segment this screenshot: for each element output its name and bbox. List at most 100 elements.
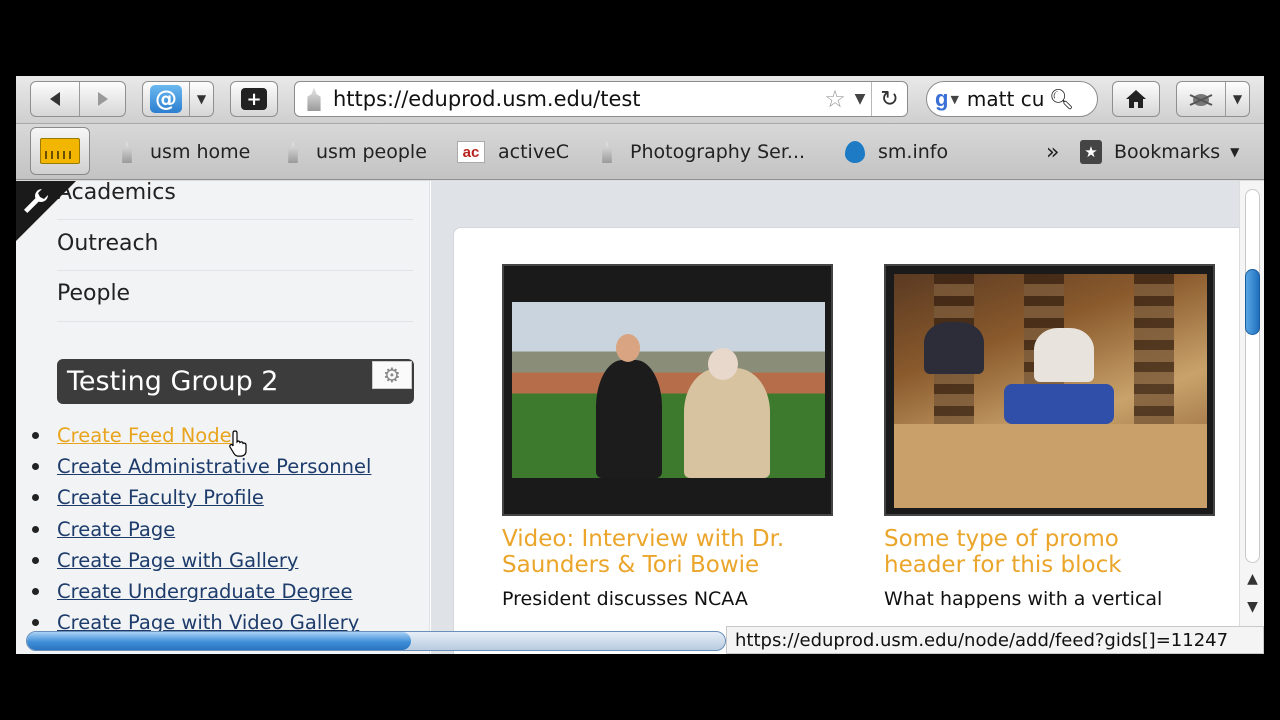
bullet bbox=[32, 556, 39, 564]
main-content: Video: Interview with Dr. Saunders & Tor… bbox=[431, 181, 1239, 654]
bullet bbox=[32, 588, 39, 596]
block-title-text: Testing Group 2 bbox=[67, 366, 279, 397]
table bbox=[894, 424, 1207, 508]
hand-cursor-icon bbox=[229, 430, 247, 457]
bug-dropdown[interactable]: ▼ bbox=[1225, 82, 1249, 116]
scroll-track[interactable] bbox=[1245, 189, 1260, 563]
list-item: Create Feed Node bbox=[32, 420, 371, 451]
scroll-thumb[interactable] bbox=[1245, 269, 1260, 335]
person-figure bbox=[924, 322, 984, 374]
create-undergrad-degree-link[interactable]: Create Undergraduate Degree bbox=[57, 580, 353, 603]
search-input[interactable]: matt cu bbox=[967, 87, 1047, 111]
reload-button[interactable]: ↻ bbox=[871, 82, 907, 116]
menu-link-people[interactable]: People bbox=[57, 281, 130, 306]
bookmarks-bar: usm home usm people ac activeC Photograp… bbox=[16, 124, 1264, 180]
bookmark-label: usm people bbox=[316, 141, 427, 163]
forward-button[interactable] bbox=[79, 82, 125, 116]
back-arrow-icon bbox=[50, 92, 60, 106]
vertical-scrollbar[interactable]: ▲ ▼ bbox=[1239, 181, 1264, 630]
bookmark-activec[interactable]: ac activeC bbox=[456, 124, 569, 180]
divider bbox=[57, 321, 413, 322]
addon-button[interactable]: @ bbox=[143, 82, 189, 116]
create-page-gallery-link[interactable]: Create Page with Gallery bbox=[57, 549, 298, 572]
bookmark-sm-info[interactable]: sm.info bbox=[844, 124, 948, 180]
create-page-link[interactable]: Create Page bbox=[57, 518, 175, 541]
wrench-icon[interactable] bbox=[20, 185, 52, 217]
bookmarks-menu-button[interactable]: ★ Bookmarks ▼ bbox=[1080, 124, 1239, 180]
scroll-down-arrow-icon[interactable]: ▼ bbox=[1240, 599, 1264, 615]
back-forward-group bbox=[30, 81, 126, 117]
cathedral-icon bbox=[596, 141, 618, 163]
create-faculty-profile-link[interactable]: Create Faculty Profile bbox=[57, 486, 264, 509]
create-admin-personnel-link[interactable]: Create Administrative Personnel bbox=[57, 455, 371, 478]
card-title-video[interactable]: Video: Interview with Dr. Saunders & Tor… bbox=[502, 526, 812, 578]
page-viewport: Academics Outreach People Testing Group … bbox=[16, 181, 1264, 654]
page-load-progress bbox=[26, 631, 726, 651]
status-url: https://eduprod.usm.edu/node/add/feed?gi… bbox=[726, 626, 1264, 654]
url-history-dropdown[interactable]: ▼ bbox=[849, 91, 871, 107]
scroll-up-arrow-icon[interactable]: ▲ bbox=[1240, 571, 1264, 587]
bullet bbox=[32, 619, 39, 627]
bookmark-label: usm home bbox=[150, 141, 251, 163]
person-figure bbox=[1034, 328, 1094, 382]
bookmark-label: Photography Ser... bbox=[630, 141, 806, 163]
list-item: Create Page bbox=[32, 514, 371, 545]
person-figure bbox=[684, 368, 770, 478]
bullet bbox=[32, 432, 39, 440]
bug-button[interactable] bbox=[1177, 82, 1225, 116]
progress-fill bbox=[27, 632, 411, 650]
address-bar[interactable]: https://eduprod.usm.edu/test ☆ ▼ ↻ bbox=[294, 81, 908, 117]
addon-dropdown[interactable]: ▼ bbox=[189, 82, 213, 116]
cathedral-icon bbox=[282, 141, 304, 163]
cathedral-icon bbox=[116, 141, 138, 163]
bookmark-label: sm.info bbox=[878, 141, 949, 163]
bullet bbox=[32, 525, 39, 533]
bookmark-photography[interactable]: Photography Ser... bbox=[596, 124, 805, 180]
bug-icon bbox=[1189, 94, 1213, 106]
video-thumbnail[interactable] bbox=[502, 264, 833, 516]
home-button[interactable] bbox=[1112, 81, 1160, 117]
bookmarks-icon: ★ bbox=[1080, 140, 1102, 164]
block-config-button[interactable]: ⚙ bbox=[372, 361, 412, 389]
site-cathedral-icon bbox=[307, 87, 321, 111]
bookmark-usm-people[interactable]: usm people bbox=[282, 124, 427, 180]
library-photo bbox=[894, 274, 1207, 508]
list-item: Create Faculty Profile bbox=[32, 482, 371, 513]
bullet bbox=[32, 494, 39, 502]
create-links-list: Create Feed Node Create Administrative P… bbox=[32, 420, 371, 638]
bookmarks-overflow-button[interactable]: » bbox=[1046, 124, 1059, 180]
new-tab-button[interactable]: + bbox=[230, 81, 278, 117]
bullet bbox=[32, 463, 39, 471]
divider bbox=[57, 219, 413, 220]
forward-arrow-icon bbox=[97, 92, 108, 106]
divider bbox=[57, 270, 413, 271]
promo-image[interactable] bbox=[884, 264, 1215, 516]
search-bar[interactable]: g ▼ matt cu 🔍︎ bbox=[926, 81, 1098, 117]
search-engine-dropdown[interactable]: ▼ bbox=[950, 93, 958, 106]
back-button[interactable] bbox=[31, 82, 79, 116]
bookmark-star-icon[interactable]: ☆ bbox=[821, 85, 849, 113]
list-item: Create Undergraduate Degree bbox=[32, 576, 371, 607]
search-icon[interactable]: 🔍︎ bbox=[1049, 87, 1074, 111]
nav-toolbar: @ ▼ + https://eduprod.usm.edu/test ☆ ▼ ↻… bbox=[16, 76, 1264, 124]
card-title-promo[interactable]: Some type of promo header for this block bbox=[884, 526, 1194, 578]
plus-icon: + bbox=[241, 88, 267, 110]
create-feed-node-link[interactable]: Create Feed Node bbox=[57, 424, 232, 447]
addon-button-group: @ ▼ bbox=[142, 81, 214, 117]
a-icon: @ bbox=[150, 85, 182, 113]
meter-icon bbox=[40, 138, 80, 164]
yslow-button[interactable] bbox=[30, 127, 90, 175]
home-icon bbox=[1126, 90, 1146, 108]
url-text[interactable]: https://eduprod.usm.edu/test bbox=[333, 87, 821, 111]
bug-button-group: ▼ bbox=[1176, 81, 1250, 117]
person-head bbox=[616, 334, 640, 362]
person-head bbox=[708, 348, 738, 380]
reload-icon: ↻ bbox=[880, 86, 899, 112]
drupal-drop-icon bbox=[844, 141, 866, 163]
browser-window: @ ▼ + https://eduprod.usm.edu/test ☆ ▼ ↻… bbox=[16, 76, 1264, 654]
chevron-double-right-icon: » bbox=[1046, 139, 1060, 165]
bookmark-usm-home[interactable]: usm home bbox=[116, 124, 250, 180]
chevron-down-icon: ▼ bbox=[1230, 145, 1240, 159]
google-icon[interactable]: g bbox=[935, 86, 948, 112]
card-text-video: President discusses NCAA bbox=[502, 588, 748, 608]
